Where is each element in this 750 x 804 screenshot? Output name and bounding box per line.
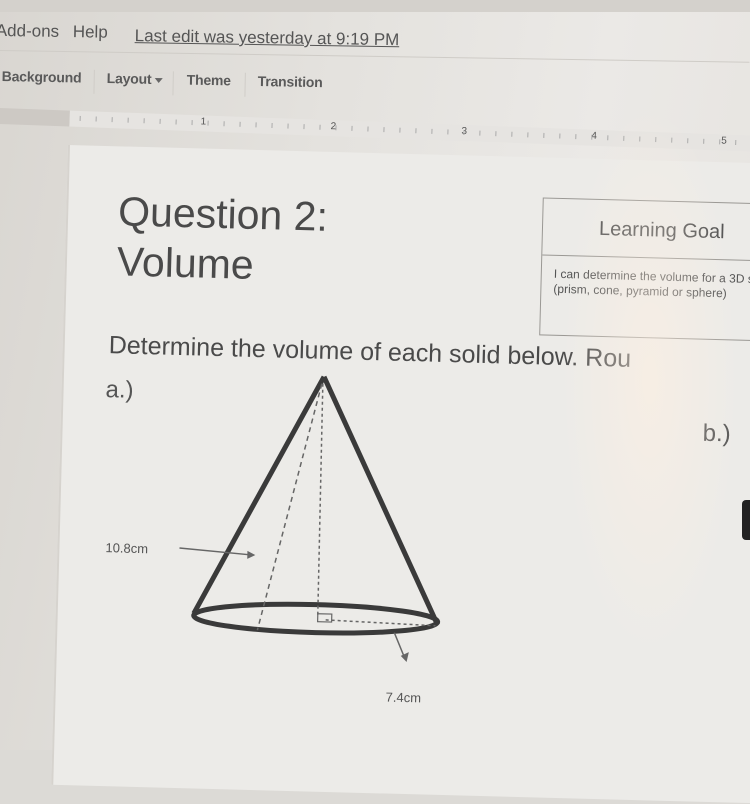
arrow-head-icon [400,652,409,663]
menu-bar: Add-ons Help Last edit was yesterday at … [0,18,750,63]
ruler-tick [639,136,641,142]
toolbar: Background Layout Theme Transition [0,64,750,112]
slant-arrow [179,547,256,559]
ruler-tick [207,120,209,126]
menu-help[interactable]: Help [73,22,108,43]
ruler-tick [175,119,177,125]
ruler-tick [687,138,689,144]
background-button[interactable]: Background [2,68,82,86]
cone-base-ellipse [191,601,441,636]
screen: Add-ons Help Last edit was yesterday at … [0,0,750,804]
ruler-tick [559,133,561,139]
ruler-tick [303,124,305,130]
ruler-number: 5 [721,135,728,147]
ruler-tick [543,132,545,138]
ruler-number: 1 [200,116,207,128]
ruler-tick [495,131,497,137]
right-angle-marker [316,613,333,623]
ruler-tick [703,138,705,144]
ruler-tick [239,121,241,127]
ruler-tick [223,121,225,127]
ruler-tick [127,117,129,123]
ruler-tick [479,130,481,136]
height-dashed-line [317,383,324,615]
ruler-tick [431,128,433,134]
transition-button[interactable]: Transition [258,73,323,90]
problem-b-shape-edge [742,500,750,540]
theme-button[interactable]: Theme [187,72,231,89]
ruler-tick [255,122,257,128]
toolbar-divider [244,72,246,97]
toolbar-divider [93,69,95,94]
layout-label: Layout [106,70,152,87]
window-top-strip [0,0,750,12]
ruler-tick [591,134,593,140]
ruler-tick [95,116,97,122]
ruler-tick [367,126,369,132]
slide-canvas[interactable]: Question 2: Volume Learning Goal I can d… [51,145,750,804]
ruler-tick [671,137,673,143]
ruler-tick [607,135,609,141]
radius-label: 7.4cm [385,690,421,706]
ruler-tick [719,139,721,145]
ruler-tick [511,131,513,137]
ruler-tick [655,137,657,143]
ruler-track [69,110,750,153]
ruler-tick [527,132,529,138]
radius-arrow [393,632,409,663]
ruler-tick [319,124,321,130]
ruler-tick [623,135,625,141]
arrow-head-icon [247,550,256,559]
ruler-tick [383,127,385,133]
menu-add-ons[interactable]: Add-ons [0,21,59,42]
ruler-tick [447,129,449,135]
ruler-tick [735,139,737,145]
last-edit-link[interactable]: Last edit was yesterday at 9:19 PM [135,26,400,50]
ruler-tick [399,127,401,133]
ruler-tick [287,123,289,129]
cone-diagram: 10.8cm 7.4cm [105,375,441,706]
ruler-tick [335,125,337,131]
ruler-tick [271,122,273,128]
ruler-tick [79,115,81,121]
ruler-tick [143,118,145,124]
ruler-tick [159,118,161,124]
radius-dashed-line [325,619,436,627]
toolbar-divider [172,71,174,96]
ruler-tick [575,134,577,140]
ruler-tick [415,128,417,134]
cone-right-edge [321,375,440,626]
ruler-tick [463,129,465,136]
ruler-margin [0,108,70,127]
slant-height-dashed-line [256,383,323,631]
ruler-tick [351,125,353,131]
ruler-tick [191,120,193,126]
chevron-down-icon [154,77,163,83]
slant-height-label: 10.8cm [105,540,148,556]
ruler-tick [111,117,113,123]
layout-button[interactable]: Layout [107,70,163,87]
cone-left-edge [191,375,327,615]
